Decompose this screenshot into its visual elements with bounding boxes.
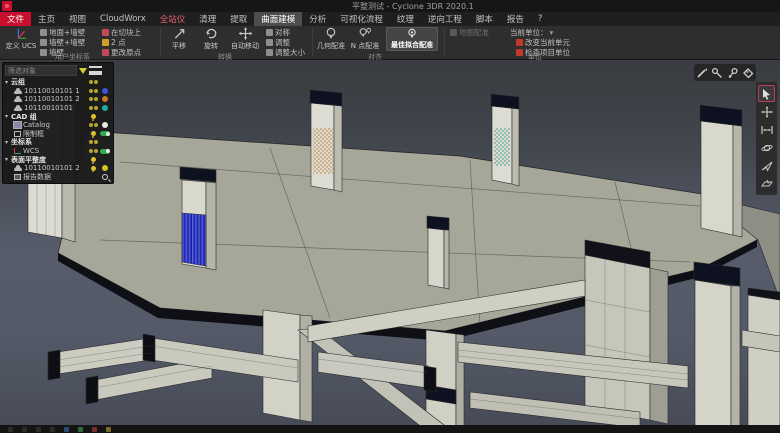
- navigation-toolbar: [756, 82, 777, 195]
- goggles-visibility-icon[interactable]: [87, 97, 99, 101]
- point-label-icon[interactable]: [727, 67, 739, 79]
- taskbar-icon[interactable]: [36, 427, 41, 432]
- goggles-visibility-icon[interactable]: [87, 140, 99, 144]
- filter-icon[interactable]: [79, 68, 87, 74]
- bulb-visibility-icon[interactable]: [87, 114, 99, 119]
- cloud-icon: [14, 98, 22, 102]
- cloud-icon: [14, 167, 22, 171]
- tree-menu-icon[interactable]: [89, 66, 102, 75]
- fly-navigation-icon: [761, 160, 773, 172]
- goggles-visibility-icon[interactable]: [87, 80, 99, 84]
- tree-header: [5, 65, 111, 76]
- orbit-icon: [761, 142, 773, 154]
- bulb-visibility-icon[interactable]: [87, 157, 99, 162]
- pan-move-button[interactable]: [758, 103, 775, 120]
- pan-move-icon: [761, 106, 773, 118]
- taskbar-icon[interactable]: [78, 427, 83, 432]
- tag-icon[interactable]: [742, 67, 754, 79]
- fit-width-icon: [761, 125, 773, 135]
- orbit-button[interactable]: [758, 139, 775, 156]
- tree-group-coordinate-systems[interactable]: ▾ 坐标系: [5, 138, 111, 147]
- teal-scan-band: [494, 128, 510, 166]
- label-leader-icon[interactable]: [711, 67, 723, 79]
- goggles-visibility-icon[interactable]: [87, 89, 99, 93]
- blue-scan-column: [182, 213, 206, 266]
- orange-scan-band: [313, 128, 333, 174]
- taskbar-icon[interactable]: [106, 427, 111, 432]
- windows-taskbar[interactable]: [0, 425, 780, 433]
- color-dot: [102, 88, 108, 94]
- fit-width-button[interactable]: [758, 121, 775, 138]
- clipping-plane-icon: [761, 179, 773, 189]
- catalog-grid-icon: [14, 122, 21, 128]
- clipping-plane-button[interactable]: [758, 175, 775, 192]
- bulb-visibility-icon[interactable]: [87, 166, 99, 171]
- tree-group-cad[interactable]: ▾ CAD 组: [5, 112, 111, 121]
- color-dot: [102, 122, 108, 128]
- annotation-toolbar: [694, 64, 756, 81]
- tree-group-clouds[interactable]: ▾ 云组: [5, 78, 111, 87]
- color-dot: [102, 96, 108, 102]
- color-dot: [102, 105, 108, 111]
- cloud-icon: [14, 107, 22, 111]
- viewport-3d[interactable]: [0, 60, 780, 425]
- goggles-visibility-icon[interactable]: [87, 123, 99, 127]
- toggle-on[interactable]: [100, 131, 110, 136]
- tree-item-cloud-2[interactable]: 10110010101 2: [5, 95, 111, 104]
- tree-item-cloud-1[interactable]: 10110010101 1: [5, 87, 111, 96]
- magnifier-icon[interactable]: [102, 174, 108, 180]
- goggles-visibility-icon[interactable]: [87, 106, 99, 110]
- color-dot: [102, 165, 108, 171]
- axes-icon: [14, 148, 21, 154]
- project-tree-panel: ▾ 云组 10110010101 1 10110010101 2 1011001…: [2, 62, 114, 184]
- report-icon: [14, 174, 21, 180]
- tree-item-report-data[interactable]: 报告数据: [5, 173, 111, 182]
- taskbar-icon[interactable]: [92, 427, 97, 432]
- application-window: 平整测试 - Cyclone 3DR 2020.1 文件 主页 视图 Cloud…: [0, 0, 780, 433]
- filter-objects-input[interactable]: [5, 65, 77, 76]
- fly-navigation-button[interactable]: [758, 157, 775, 174]
- bulb-visibility-icon[interactable]: [87, 131, 99, 136]
- taskbar-icon[interactable]: [50, 427, 55, 432]
- select-cursor-button[interactable]: [758, 85, 775, 102]
- cloud-icon: [14, 90, 22, 94]
- limit-box-icon: [14, 131, 21, 137]
- tree-group-surface-flatness[interactable]: ▾ 表面平整度: [5, 155, 111, 164]
- taskbar-icon[interactable]: [22, 427, 27, 432]
- goggles-visibility-icon[interactable]: [87, 149, 99, 153]
- toggle-on[interactable]: [100, 149, 110, 154]
- model-scene: [0, 0, 780, 433]
- measure-pencil-icon[interactable]: [696, 67, 708, 79]
- taskbar-icon[interactable]: [8, 427, 13, 432]
- taskbar-icon[interactable]: [64, 427, 69, 432]
- select-cursor-icon: [761, 88, 772, 100]
